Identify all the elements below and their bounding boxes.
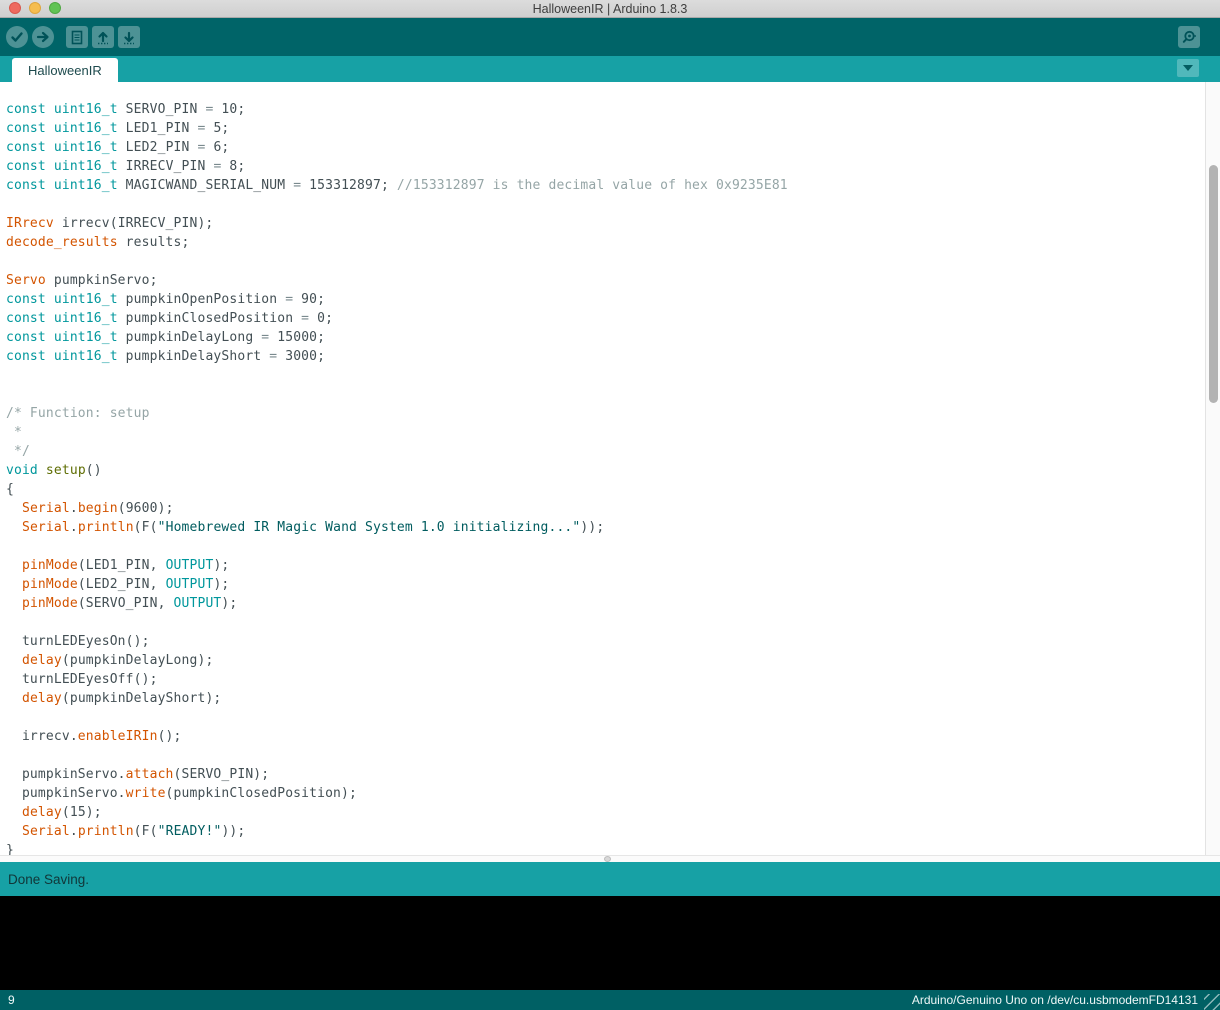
code-line [6, 613, 1220, 632]
code-line: delay(pumpkinDelayLong); [6, 651, 1220, 670]
toolbar [0, 18, 1220, 56]
code-line [6, 708, 1220, 727]
minimize-button[interactable] [29, 2, 41, 14]
code-line: const uint16_t MAGICWAND_SERIAL_NUM = 15… [6, 176, 1220, 195]
status-message: Done Saving. [8, 872, 89, 887]
new-sketch-button[interactable] [66, 26, 88, 48]
arrow-down-icon [122, 30, 136, 45]
verify-button[interactable] [6, 26, 28, 48]
document-icon [70, 30, 84, 45]
save-sketch-button[interactable] [118, 26, 140, 48]
code-line: pumpkinServo.write(pumpkinClosedPosition… [6, 784, 1220, 803]
code-line: const uint16_t SERVO_PIN = 10; [6, 100, 1220, 119]
resize-grip-icon[interactable] [1204, 994, 1220, 1010]
code-line [6, 385, 1220, 404]
code-line: delay(pumpkinDelayShort); [6, 689, 1220, 708]
code-line: turnLEDEyesOn(); [6, 632, 1220, 651]
code-line [6, 252, 1220, 271]
tab-halloweenir[interactable]: HalloweenIR [12, 58, 118, 82]
code-line: const uint16_t pumpkinDelayLong = 15000; [6, 328, 1220, 347]
open-sketch-button[interactable] [92, 26, 114, 48]
editor-console-divider[interactable] [0, 855, 1220, 862]
tab-bar: HalloweenIR [0, 56, 1220, 82]
arrow-right-icon [36, 30, 50, 44]
code-line: const uint16_t pumpkinDelayShort = 3000; [6, 347, 1220, 366]
code-line [6, 537, 1220, 556]
code-line: Serial.begin(9600); [6, 499, 1220, 518]
code-line: pinMode(SERVO_PIN, OUTPUT); [6, 594, 1220, 613]
editor-scrollbar-track[interactable] [1205, 82, 1220, 855]
code-line: decode_results results; [6, 233, 1220, 252]
code-line [6, 746, 1220, 765]
chevron-down-icon [1183, 65, 1193, 71]
code-line [6, 195, 1220, 214]
console-output [0, 896, 1220, 990]
code-line: */ [6, 442, 1220, 461]
status-bar: Done Saving. [0, 862, 1220, 896]
code-line: IRrecv irrecv(IRRECV_PIN); [6, 214, 1220, 233]
serial-monitor-button[interactable] [1178, 26, 1200, 48]
code-line: const uint16_t pumpkinClosedPosition = 0… [6, 309, 1220, 328]
traffic-lights [9, 2, 61, 14]
check-icon [10, 30, 24, 44]
arrow-up-icon [96, 30, 110, 45]
code-line: delay(15); [6, 803, 1220, 822]
code-line: const uint16_t LED2_PIN = 6; [6, 138, 1220, 157]
code-line: pinMode(LED1_PIN, OUTPUT); [6, 556, 1220, 575]
code-line: const uint16_t pumpkinOpenPosition = 90; [6, 290, 1220, 309]
editor-scrollbar-thumb[interactable] [1209, 165, 1218, 403]
close-button[interactable] [9, 2, 21, 14]
code-line: * [6, 423, 1220, 442]
code-line [6, 366, 1220, 385]
code-line: turnLEDEyesOff(); [6, 670, 1220, 689]
window-title: HalloweenIR | Arduino 1.8.3 [0, 2, 1220, 16]
window-titlebar: HalloweenIR | Arduino 1.8.3 [0, 0, 1220, 18]
upload-button[interactable] [32, 26, 54, 48]
code-line: void setup() [6, 461, 1220, 480]
code-line: pumpkinServo.attach(SERVO_PIN); [6, 765, 1220, 784]
magnifier-icon [1181, 29, 1197, 45]
zoom-button[interactable] [49, 2, 61, 14]
tab-label: HalloweenIR [28, 63, 102, 78]
code-editor[interactable]: const uint16_t SERVO_PIN = 10;const uint… [0, 82, 1220, 855]
footer-bar: 9 Arduino/Genuino Uno on /dev/cu.usbmode… [0, 990, 1220, 1010]
code-area: const uint16_t SERVO_PIN = 10;const uint… [0, 82, 1220, 855]
code-line: const uint16_t IRRECV_PIN = 8; [6, 157, 1220, 176]
code-line: pinMode(LED2_PIN, OUTPUT); [6, 575, 1220, 594]
code-line: irrecv.enableIRIn(); [6, 727, 1220, 746]
board-port-info: Arduino/Genuino Uno on /dev/cu.usbmodemF… [912, 993, 1198, 1007]
code-line: } [6, 841, 1220, 855]
code-line: Servo pumpkinServo; [6, 271, 1220, 290]
code-line: /* Function: setup [6, 404, 1220, 423]
tab-menu-button[interactable] [1177, 59, 1199, 77]
code-line: Serial.println(F("Homebrewed IR Magic Wa… [6, 518, 1220, 537]
code-line: { [6, 480, 1220, 499]
divider-handle-icon[interactable] [604, 856, 611, 862]
code-line: Serial.println(F("READY!")); [6, 822, 1220, 841]
code-line: const uint16_t LED1_PIN = 5; [6, 119, 1220, 138]
current-line-indicator: 9 [8, 993, 15, 1007]
